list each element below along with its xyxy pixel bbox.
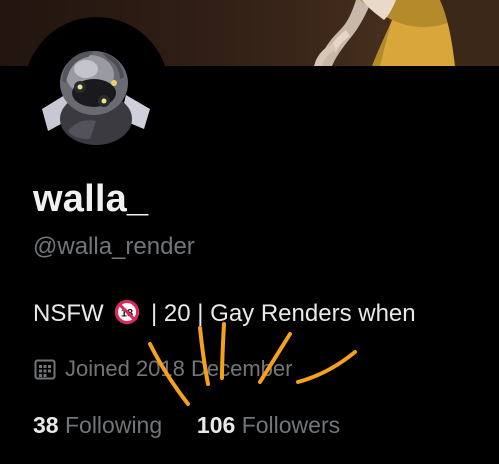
display-name: walla_ (33, 178, 149, 220)
profile-handle: @walla_render (33, 233, 195, 260)
profile-bio: NSFW 18 | 20 | Gay Renders when (33, 298, 499, 330)
bio-text-start: NSFW (33, 300, 111, 327)
calendar-icon (33, 357, 57, 381)
avatar[interactable] (24, 17, 169, 162)
no-under-18-icon: 18 (114, 299, 140, 325)
joined-text: Joined 2018 December (65, 356, 293, 381)
joined-date: Joined 2018 December (33, 354, 292, 384)
robot-avatar-art (28, 21, 165, 158)
following-count: 38 (33, 412, 59, 438)
following-label: Following (64, 412, 163, 438)
profile-page: walla_ @walla_render NSFW 18 | 20 | Gay … (0, 0, 499, 464)
followers-count: 106 (196, 412, 236, 438)
follow-stats: 38 Following 106 Followers (33, 409, 340, 441)
following-link[interactable]: 38 Following (33, 412, 169, 438)
followers-link[interactable]: 106 Followers (191, 412, 341, 438)
bio-text-end: | 20 | Gay Renders when (144, 300, 416, 327)
followers-label: Followers (241, 412, 341, 438)
